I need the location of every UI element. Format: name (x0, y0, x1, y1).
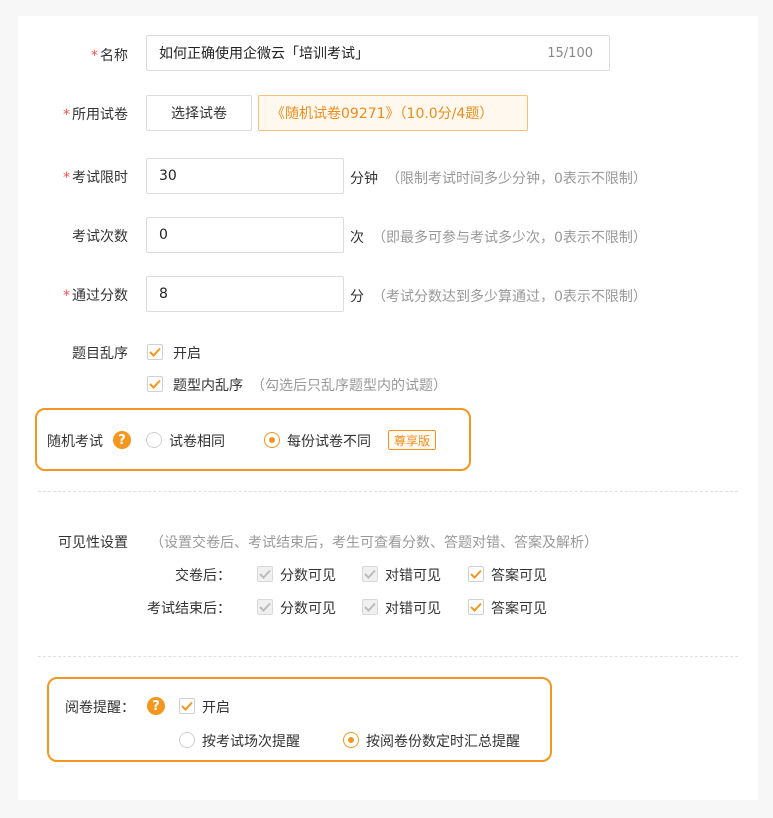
name-value: 如何正确使用企微云「培训考试」 (159, 46, 369, 62)
visibility-label: 可见性设置 (58, 535, 128, 551)
shuffle-checkbox[interactable] (147, 344, 163, 360)
check-icon (364, 569, 376, 579)
attempts-hint: （即最多可参与考试多少次，0表示不限制） (372, 230, 647, 246)
submit-correct-checkbox[interactable] (362, 566, 378, 582)
random-different-label: 每份试卷不同 (287, 434, 371, 450)
premium-badge: 尊享版 (388, 430, 437, 450)
name-label: * 名称 (91, 48, 128, 64)
after-submit-label: 交卷后： (175, 568, 231, 584)
random-different-radio[interactable] (264, 432, 280, 448)
check-icon (149, 347, 161, 357)
check-icon (181, 701, 193, 711)
check-icon (149, 379, 161, 389)
name-input[interactable]: 如何正确使用企微云「培训考试」 15/100 (146, 35, 610, 71)
end-score-checkbox[interactable] (257, 599, 273, 615)
by-count-label: 按阅卷份数定时汇总提醒 (366, 734, 520, 750)
divider (38, 491, 738, 492)
grading-reminder-enable-label: 开启 (202, 700, 230, 716)
paper-label: * 所用试卷 (63, 107, 128, 123)
grading-reminder-label: 阅卷提醒： (65, 700, 135, 716)
grading-reminder-checkbox[interactable] (179, 698, 195, 714)
help-icon[interactable]: ? (147, 697, 165, 715)
pass-score-unit: 分（考试分数达到多少算通过，0表示不限制） (350, 289, 647, 305)
per-session-radio[interactable] (179, 732, 195, 748)
shuffle-inner-label: 题型内乱序 （勾选后只乱序题型内的试题） (173, 378, 447, 394)
pass-score-label: * 通过分数 (63, 288, 128, 304)
end-answer-checkbox[interactable] (468, 599, 484, 615)
select-paper-button[interactable]: 选择试卷 (146, 95, 252, 131)
random-same-label: 试卷相同 (169, 434, 225, 450)
exam-settings-panel: * 名称 如何正确使用企微云「培训考试」 15/100 * 所用试卷 选择试卷 《随… (18, 16, 758, 800)
by-count-radio[interactable] (343, 732, 359, 748)
selected-paper-tag[interactable]: 《随机试卷09271》（10.0分/4题） (258, 95, 528, 131)
after-end-label: 考试结束后： (147, 601, 231, 617)
submit-answer-label: 答案可见 (491, 568, 547, 584)
random-same-radio[interactable] (146, 432, 162, 448)
per-session-label: 按考试场次提醒 (202, 734, 300, 750)
check-icon (470, 569, 482, 579)
submit-score-label: 分数可见 (280, 568, 336, 584)
end-correct-checkbox[interactable] (362, 599, 378, 615)
submit-score-checkbox[interactable] (257, 566, 273, 582)
check-icon (470, 602, 482, 612)
help-icon[interactable]: ? (113, 431, 131, 449)
shuffle-inner-checkbox[interactable] (147, 376, 163, 392)
end-score-label: 分数可见 (280, 601, 336, 617)
name-char-count: 15/100 (547, 45, 593, 61)
check-icon (259, 602, 271, 612)
shuffle-label: 题目乱序 (72, 346, 128, 362)
shuffle-enable-label: 开启 (173, 346, 201, 362)
submit-answer-checkbox[interactable] (468, 566, 484, 582)
submit-correct-label: 对错可见 (385, 568, 441, 584)
pass-score-input[interactable]: 8 (146, 276, 344, 312)
end-correct-label: 对错可见 (385, 601, 441, 617)
time-limit-label: * 考试限时 (63, 170, 128, 186)
pass-score-hint: （考试分数达到多少算通过，0表示不限制） (372, 289, 647, 305)
check-icon (259, 569, 271, 579)
attempts-unit: 次（即最多可参与考试多少次，0表示不限制） (350, 230, 647, 246)
time-limit-hint: （限制考试时间多少分钟，0表示不限制） (386, 171, 647, 187)
attempts-input[interactable]: 0 (146, 217, 344, 253)
random-exam-label: 随机考试 (47, 434, 103, 450)
end-answer-label: 答案可见 (491, 601, 547, 617)
divider (38, 656, 738, 657)
visibility-hint: （设置交卷后、考试结束后，考生可查看分数、答题对错、答案及解析） (150, 535, 598, 551)
time-limit-input[interactable]: 30 (146, 158, 344, 194)
attempts-label: 考试次数 (72, 229, 128, 245)
shuffle-inner-hint: （勾选后只乱序题型内的试题） (251, 378, 447, 394)
check-icon (364, 602, 376, 612)
time-limit-unit: 分钟 （限制考试时间多少分钟，0表示不限制） (350, 171, 647, 187)
